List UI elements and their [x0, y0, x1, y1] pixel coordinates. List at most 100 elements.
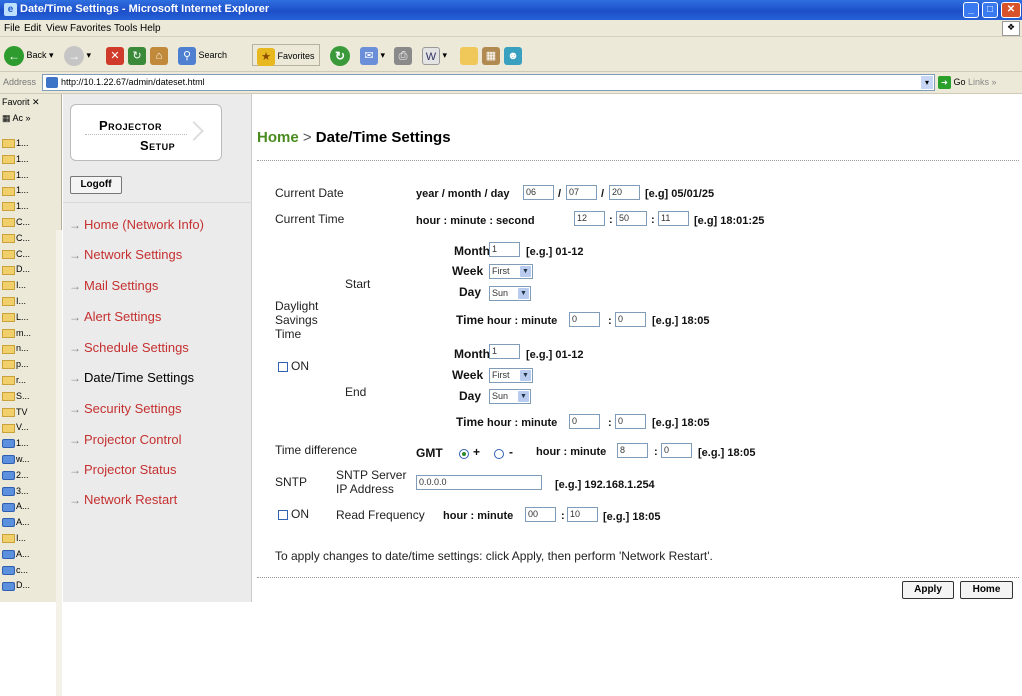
favorites-item[interactable]: I...	[2, 278, 56, 292]
close-pane-icon[interactable]: ✕	[32, 97, 40, 107]
nav-security-settings[interactable]: → Security Settings	[69, 401, 249, 416]
menu-tools[interactable]: Tools	[114, 23, 137, 34]
start-day-select[interactable]: Sun ▼	[489, 286, 531, 301]
favorites-item[interactable]: D...	[2, 578, 56, 592]
end-minute-input[interactable]: 0	[615, 414, 646, 429]
menu-favorites[interactable]: Favorites	[70, 23, 111, 34]
favorites-item[interactable]: C...	[2, 231, 56, 245]
favorites-item[interactable]: 1...	[2, 136, 56, 150]
favorites-item[interactable]: C...	[2, 247, 56, 261]
favorites-item[interactable]: 1...	[2, 152, 56, 166]
refresh-button[interactable]: ↻	[128, 44, 146, 66]
nav-alert-settings[interactable]: → Alert Settings	[69, 309, 249, 324]
favorites-item[interactable]: 1...	[2, 168, 56, 182]
favorites-item-label: C...	[16, 217, 31, 227]
favorites-item[interactable]: A...	[2, 515, 56, 529]
sntp-on-checkbox[interactable]	[278, 510, 288, 520]
research-button[interactable]: ▦	[482, 44, 500, 66]
folder-button[interactable]	[460, 44, 478, 66]
favorites-item[interactable]: D...	[2, 262, 56, 276]
forward-button[interactable]: → ▾	[64, 44, 91, 66]
links-button[interactable]: Links »	[968, 77, 997, 87]
menu-help[interactable]: Help	[140, 23, 161, 34]
dst-on-checkbox[interactable]	[278, 362, 288, 372]
nav-home[interactable]: → Home (Network Info)	[69, 217, 249, 232]
start-month-input[interactable]: 1	[489, 242, 520, 257]
favorites-item[interactable]: I...	[2, 294, 56, 308]
favorites-item[interactable]: 1...	[2, 436, 56, 450]
home-button[interactable]: Home	[960, 581, 1013, 599]
favorites-item[interactable]: 1...	[2, 199, 56, 213]
end-hour-input[interactable]: 0	[569, 414, 600, 429]
mail-button[interactable]: ✉ ▾	[360, 44, 385, 66]
home-toolbar-button[interactable]: ⌂	[150, 44, 168, 66]
nav-network-settings[interactable]: → Network Settings	[69, 247, 249, 262]
favorites-item[interactable]: m...	[2, 326, 56, 340]
start-minute-input[interactable]: 0	[615, 312, 646, 327]
nav-datetime-settings[interactable]: → Date/Time Settings	[69, 370, 249, 385]
logoff-button[interactable]: Logoff	[70, 176, 122, 194]
history-button[interactable]: ↻	[330, 44, 350, 66]
favorites-item[interactable]: TV	[2, 405, 56, 419]
menu-view[interactable]: View	[46, 23, 68, 34]
sntp-server-input[interactable]: 0.0.0.0	[416, 475, 542, 490]
end-month-input[interactable]: 1	[489, 344, 520, 359]
go-button[interactable]: ➜ Go	[938, 76, 966, 89]
minimize-button[interactable]: _	[963, 2, 979, 18]
favorites-item[interactable]: I...	[2, 531, 56, 545]
back-button[interactable]: ← Back ▾	[4, 44, 54, 66]
end-day-select[interactable]: Sun ▼	[489, 389, 531, 404]
address-input[interactable]: http://10.1.22.67/admin/dateset.html ▾	[42, 74, 935, 91]
close-button[interactable]: ✕	[1001, 2, 1021, 18]
gmt-plus-radio[interactable]	[459, 449, 469, 459]
apply-button[interactable]: Apply	[902, 581, 954, 599]
timediff-minute-input[interactable]: 0	[661, 443, 692, 458]
favorites-scrollbar[interactable]	[56, 230, 62, 696]
nav-schedule-settings[interactable]: → Schedule Settings	[69, 340, 249, 355]
address-dropdown[interactable]: ▾	[921, 76, 933, 89]
nav-network-restart[interactable]: → Network Restart	[69, 492, 249, 507]
search-toolbar-button[interactable]: ⚲ Search	[178, 44, 227, 66]
end-week-select[interactable]: First ▼	[489, 368, 533, 383]
window-title-bar[interactable]: e Date/Time Settings - Microsoft Interne…	[0, 0, 1022, 20]
stop-button[interactable]: ✕	[106, 44, 124, 66]
favorites-item[interactable]: 3...	[2, 484, 56, 498]
favorites-item[interactable]: 2...	[2, 468, 56, 482]
year-input[interactable]: 06	[523, 185, 554, 200]
month-input[interactable]: 07	[566, 185, 597, 200]
second-input[interactable]: 11	[658, 211, 689, 226]
favorites-item[interactable]: n...	[2, 341, 56, 355]
nav-mail-settings[interactable]: → Mail Settings	[69, 278, 249, 293]
gmt-minus-radio[interactable]	[494, 449, 504, 459]
favorites-item[interactable]: c...	[2, 563, 56, 577]
favorites-item[interactable]: 1...	[2, 183, 56, 197]
freq-minute-input[interactable]: 10	[567, 507, 598, 522]
maximize-button[interactable]: □	[982, 2, 998, 18]
breadcrumb-home[interactable]: Home	[257, 129, 299, 146]
favorites-item[interactable]: r...	[2, 373, 56, 387]
day-input[interactable]: 20	[609, 185, 640, 200]
freq-hour-input[interactable]: 00	[525, 507, 556, 522]
edit-button[interactable]: W ▾	[422, 44, 447, 66]
start-week-select[interactable]: First ▼	[489, 264, 533, 279]
favorites-item[interactable]: w...	[2, 452, 56, 466]
favorites-item[interactable]: p...	[2, 357, 56, 371]
minute-input[interactable]: 50	[616, 211, 647, 226]
nav-projector-control[interactable]: → Projector Control	[69, 432, 249, 447]
favorites-item[interactable]: S...	[2, 389, 56, 403]
favorites-item[interactable]: A...	[2, 499, 56, 513]
favorites-item[interactable]: A...	[2, 547, 56, 561]
favorites-toolbar-button[interactable]: ★ Favorites	[252, 44, 320, 66]
favorites-add-button[interactable]: ▦ Ac »	[2, 113, 31, 124]
favorites-item[interactable]: L...	[2, 310, 56, 324]
menu-edit[interactable]: Edit	[24, 23, 41, 34]
print-button[interactable]: ⎙	[394, 44, 412, 66]
timediff-hour-input[interactable]: 8	[617, 443, 648, 458]
favorites-item[interactable]: C...	[2, 215, 56, 229]
menu-file[interactable]: File	[4, 23, 20, 34]
messenger-button[interactable]: ☻	[504, 44, 522, 66]
hour-input[interactable]: 12	[574, 211, 605, 226]
start-hour-input[interactable]: 0	[569, 312, 600, 327]
favorites-item[interactable]: V...	[2, 420, 56, 434]
nav-projector-status[interactable]: → Projector Status	[69, 462, 249, 477]
